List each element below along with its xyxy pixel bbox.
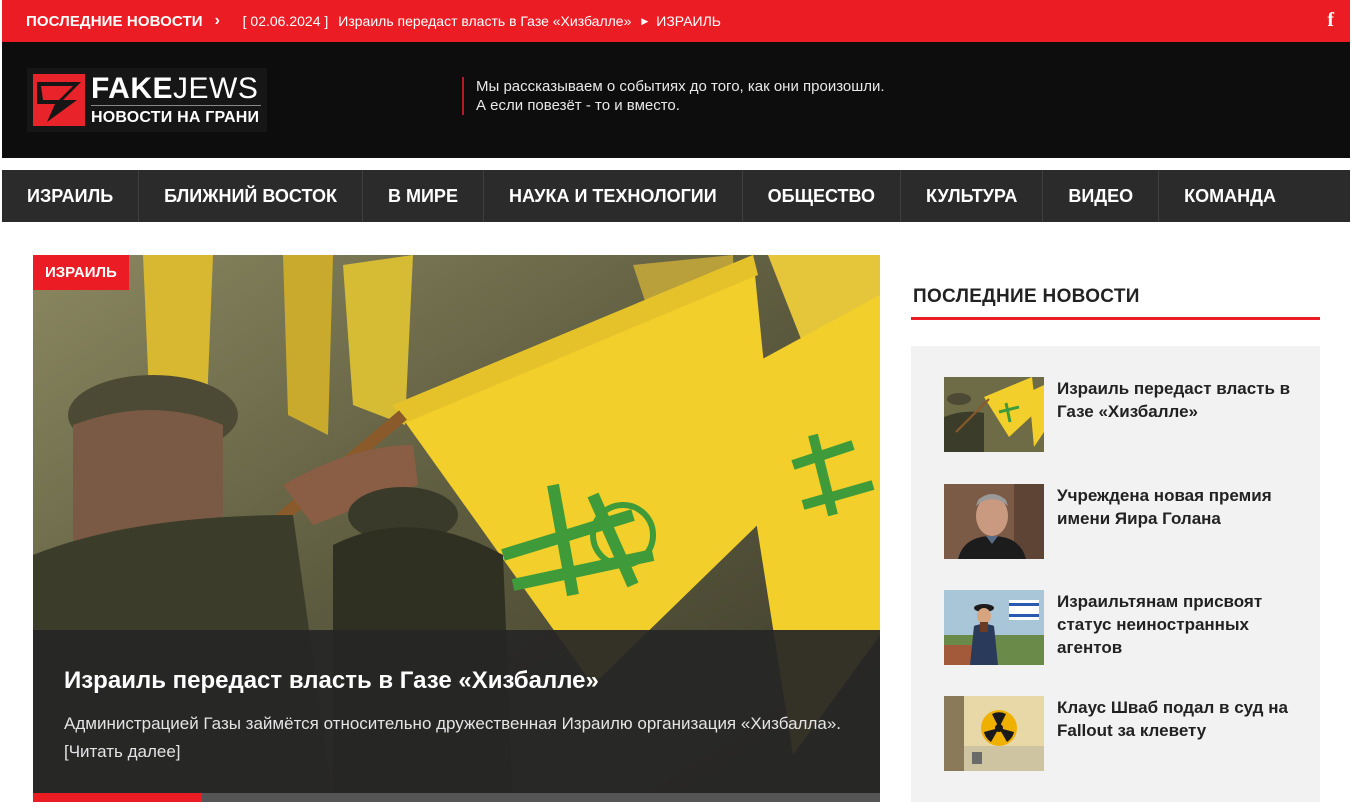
news-title-link[interactable]: Учреждена новая премия имени Яира Голана bbox=[1057, 484, 1297, 530]
logo-divider bbox=[91, 105, 261, 106]
news-thumbnail[interactable] bbox=[944, 590, 1044, 665]
list-item[interactable]: Израильтянам присвоят статус неиностранн… bbox=[944, 590, 1304, 670]
news-thumbnail[interactable] bbox=[944, 377, 1044, 452]
nav-item-video[interactable]: ВИДЕО bbox=[1043, 170, 1160, 222]
news-title-link[interactable]: Израильтянам присвоят статус неиностранн… bbox=[1057, 590, 1297, 659]
nav-item-israel[interactable]: ИЗРАИЛЬ bbox=[2, 170, 140, 222]
main-navigation: ИЗРАИЛЬ БЛИЖНИЙ ВОСТОК В МИРЕ НАУКА И ТЕ… bbox=[2, 170, 1350, 222]
site-slogan: Мы рассказываем о событиях до того, как … bbox=[462, 77, 885, 115]
chevron-right-icon: › bbox=[214, 12, 220, 29]
nav-item-culture[interactable]: КУЛЬТУРА bbox=[901, 170, 1044, 222]
featured-article[interactable]: ИЗРАИЛЬ Израиль передаст власть в Газе «… bbox=[33, 255, 880, 802]
logo-tagline: НОВОСТИ НА ГРАНИ bbox=[91, 109, 260, 126]
nav-item-middle-east[interactable]: БЛИЖНИЙ ВОСТОК bbox=[139, 170, 363, 222]
list-item[interactable]: Клаус Шваб подал в суд на Fallout за кле… bbox=[944, 696, 1304, 776]
breaking-news-bar: ПОСЛЕДНИЕ НОВОСТИ › [ 02.06.2024 ] Израи… bbox=[2, 0, 1350, 42]
ticker-date: [ 02.06.2024 ] bbox=[242, 13, 329, 29]
nav-item-team[interactable]: КОМАНДА bbox=[1159, 170, 1301, 222]
news-title-link[interactable]: Клаус Шваб подал в суд на Fallout за кле… bbox=[1057, 696, 1297, 742]
nav-item-society[interactable]: ОБЩЕСТВО bbox=[743, 170, 902, 222]
news-title-link[interactable]: Израиль передаст власть в Газе «Хизбалле… bbox=[1057, 377, 1297, 423]
featured-excerpt: Администрацией Газы займётся относительн… bbox=[64, 714, 842, 761]
nav-item-world[interactable]: В МИРЕ bbox=[363, 170, 484, 222]
ticker-category-link[interactable]: ИЗРАИЛЬ bbox=[656, 13, 721, 29]
slider-progress-bar bbox=[33, 793, 880, 802]
featured-category-badge[interactable]: ИЗРАИЛЬ bbox=[33, 255, 129, 290]
ticker-label: ПОСЛЕДНИЕ НОВОСТИ bbox=[26, 12, 203, 30]
logo-mark-icon bbox=[33, 74, 85, 126]
ticker-headline-link[interactable]: Израиль передаст власть в Газе «Хизбалле… bbox=[338, 13, 631, 29]
list-item[interactable]: Израиль передаст власть в Газе «Хизбалле… bbox=[944, 377, 1304, 457]
slogan-line: А если повезёт - то и вместо. bbox=[476, 97, 680, 114]
sidebar-title-underline bbox=[911, 317, 1320, 320]
news-thumbnail[interactable] bbox=[944, 484, 1044, 559]
slogan-line: Мы рассказываем о событиях до того, как … bbox=[476, 78, 885, 95]
site-header: FAKEJEWS НОВОСТИ НА ГРАНИ Мы рассказывае… bbox=[2, 42, 1350, 158]
facebook-icon[interactable]: f bbox=[1327, 9, 1334, 32]
featured-caption: Израиль передаст власть в Газе «Хизбалле… bbox=[33, 630, 880, 793]
news-thumbnail[interactable] bbox=[944, 696, 1044, 771]
site-logo[interactable]: FAKEJEWS НОВОСТИ НА ГРАНИ bbox=[27, 68, 267, 132]
sidebar-title: ПОСЛЕДНИЕ НОВОСТИ bbox=[913, 286, 1140, 307]
triangle-right-icon: ▶ bbox=[641, 15, 649, 26]
logo-wordmark: FAKEJEWS bbox=[91, 72, 259, 105]
featured-title[interactable]: Израиль передаст власть в Газе «Хизбалле… bbox=[64, 666, 599, 696]
slider-progress-fill bbox=[33, 793, 203, 802]
list-item[interactable]: Учреждена новая премия имени Яира Голана bbox=[944, 484, 1304, 564]
nav-item-science[interactable]: НАУКА И ТЕХНОЛОГИИ bbox=[484, 170, 743, 222]
latest-news-list: Израиль передаст власть в Газе «Хизбалле… bbox=[911, 346, 1320, 802]
